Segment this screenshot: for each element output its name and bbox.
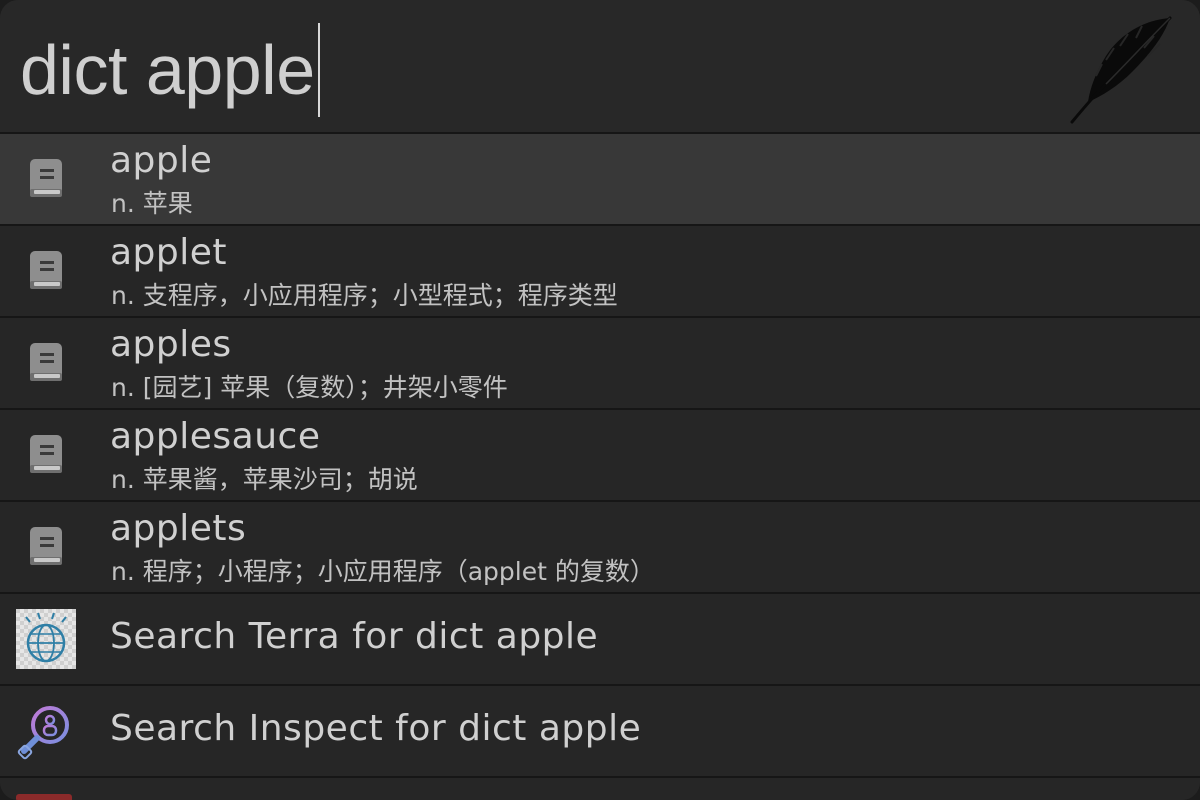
result-subtitle: n. [园艺] 苹果（复数）；井架小零件: [111, 373, 508, 402]
result-item-search-terra[interactable]: Search Terra for dict apple: [0, 594, 1200, 686]
launcher-window: dict apple apple n. 苹果 applet n. 支程序，小应用…: [0, 0, 1200, 800]
result-title: Search Inspect for dict apple: [110, 708, 642, 749]
result-subtitle: n. 苹果酱，苹果沙司；胡说: [111, 465, 418, 494]
next-result-icon: [16, 794, 72, 800]
result-subtitle: n. 程序；小程序；小应用程序（applet 的复数）: [111, 557, 655, 586]
result-title: apple: [110, 140, 213, 181]
result-subtitle: n. 苹果: [111, 189, 193, 218]
result-title: applet: [110, 232, 228, 273]
result-item-apples[interactable]: apples n. [园艺] 苹果（复数）；井架小零件: [0, 318, 1200, 410]
result-item-apple[interactable]: apple n. 苹果: [0, 134, 1200, 226]
dictionary-book-icon: [16, 517, 76, 577]
result-title: Search Terra for dict apple: [110, 616, 599, 657]
dictionary-book-icon: [16, 241, 76, 301]
search-input[interactable]: dict apple: [20, 22, 320, 118]
result-title: applesauce: [110, 416, 321, 457]
result-title: applets: [110, 508, 247, 549]
terra-globe-icon: [16, 609, 76, 669]
inspect-magnifier-icon: [16, 701, 76, 761]
dictionary-book-icon: [16, 425, 76, 485]
results-list: apple n. 苹果 applet n. 支程序，小应用程序；小型程式；程序类…: [0, 134, 1200, 778]
text-caret: [317, 23, 320, 117]
search-query-text: dict apple: [20, 31, 315, 109]
result-subtitle: n. 支程序，小应用程序；小型程式；程序类型: [111, 281, 618, 310]
result-title: apples: [110, 324, 232, 365]
dictionary-book-icon: [16, 333, 76, 393]
result-item-applet[interactable]: applet n. 支程序，小应用程序；小型程式；程序类型: [0, 226, 1200, 318]
result-item-search-inspect[interactable]: Search Inspect for dict apple: [0, 686, 1200, 778]
dictionary-book-icon: [16, 149, 76, 209]
result-item-applets[interactable]: applets n. 程序；小程序；小应用程序（applet 的复数）: [0, 502, 1200, 594]
next-result-peek: [0, 782, 1200, 800]
result-item-applesauce[interactable]: applesauce n. 苹果酱，苹果沙司；胡说: [0, 410, 1200, 502]
feather-icon: [1070, 16, 1172, 124]
search-bar: dict apple: [0, 0, 1200, 134]
